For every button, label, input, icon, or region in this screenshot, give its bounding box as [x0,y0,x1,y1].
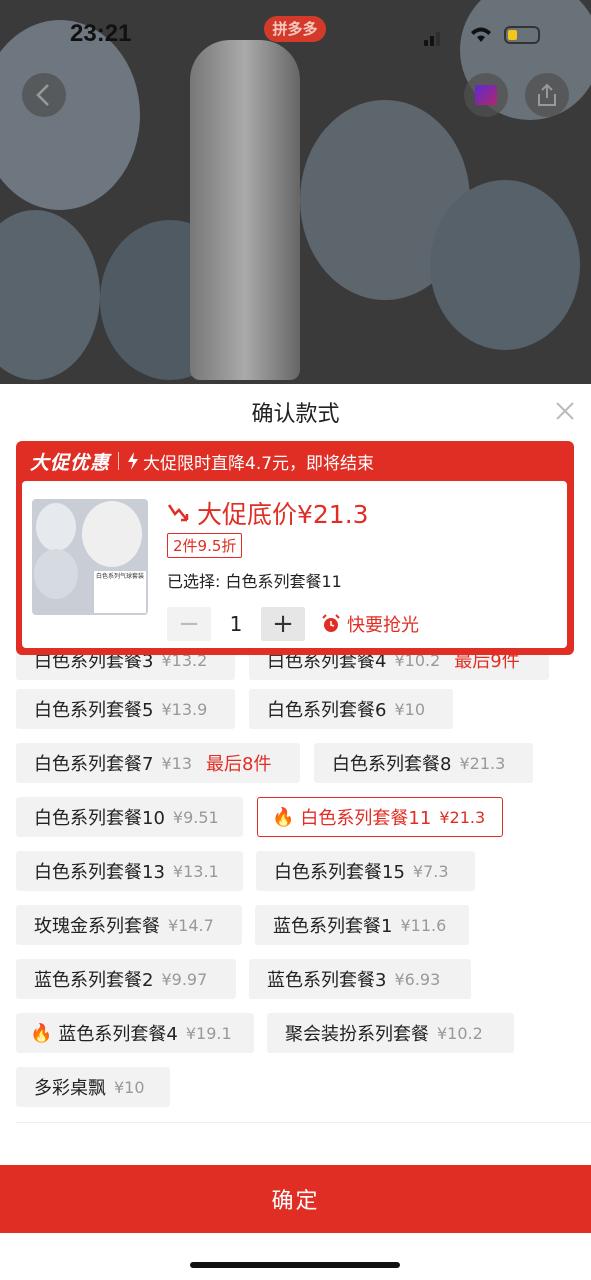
battery-icon [504,26,540,44]
product-image-backdrop [0,0,591,384]
fire-icon: 🔥 [272,806,295,828]
trend-down-icon [167,504,189,522]
quantity-value: 1 [229,612,243,636]
option-chip[interactable]: 蓝色系列套餐3 ¥6.93 [249,959,471,999]
option-chip[interactable]: 🔥 蓝色系列套餐4 ¥19.1 [16,1013,254,1053]
status-icons [424,24,544,46]
share-button[interactable] [525,73,569,117]
fire-icon: 🔥 [30,1022,53,1044]
lightning-icon [128,452,139,470]
divider [16,1122,591,1123]
promo-banner: 大促优惠 大促限时直降4.7元，即将结束 白色系列气球套装 大促底价¥21.3 … [16,441,574,655]
app-badge: 拼多多 [264,16,326,42]
option-chip-selected[interactable]: 🔥 白色系列套餐11 ¥21.3 [257,797,503,837]
sku-sheet: 确认款式 白色系列套餐3 ¥13.2 白色系列套餐4 ¥10.2 最后9件 白色系列套… [0,384,591,1280]
option-chip[interactable]: 玫瑰金系列套餐 ¥14.7 [16,905,242,945]
close-icon[interactable] [552,398,578,424]
option-chip[interactable]: 白色系列套餐7 ¥13 最后8件 [16,743,300,783]
alarm-clock-icon [322,614,340,632]
option-chip[interactable]: 白色系列套餐15 ¥7.3 [256,851,475,891]
sheet-title: 确认款式 [251,402,340,427]
option-chip[interactable]: 聚会装扮系列套餐 ¥10.2 [267,1013,514,1053]
option-chip[interactable]: 白色系列套餐10 ¥9.51 [16,797,243,837]
status-time: 23:21 [70,20,132,47]
promo-label: 大促优惠 [30,451,111,474]
hurry-notice: 快要抢光 [321,611,419,637]
back-button[interactable] [22,73,66,117]
option-chip[interactable]: 白色系列套餐5 ¥13.9 [16,689,235,729]
option-chip[interactable]: 白色系列套餐8 ¥21.3 [314,743,533,783]
wifi-icon [471,27,491,42]
confirm-button[interactable]: 确定 [0,1165,591,1233]
promo-price: 大促底价¥21.3 [167,495,369,531]
product-thumbnail: 白色系列气球套装 [32,499,148,615]
decrease-button[interactable]: − [167,607,211,641]
option-chip[interactable]: 蓝色系列套餐1 ¥11.6 [255,905,469,945]
increase-button[interactable]: + [261,607,305,641]
promo-message: 大促限时直降4.7元，即将结束 [143,453,375,474]
share-icon [538,83,556,106]
chevron-left-icon [36,84,49,106]
option-chip[interactable]: 蓝色系列套餐2 ¥9.97 [16,959,236,999]
option-chip[interactable]: 多彩桌飘 ¥10 [16,1067,170,1107]
option-chip[interactable]: 白色系列套餐6 ¥10 [249,689,453,729]
selected-product-card: 白色系列气球套装 大促底价¥21.3 2件9.5折 已选择: 白色系列套餐11 … [22,481,567,648]
discount-tag: 2件9.5折 [167,533,243,558]
option-chip[interactable]: 白色系列套餐13 ¥13.1 [16,851,243,891]
gift-icon [475,85,497,105]
home-indicator [190,1262,400,1268]
quantity-stepper: − 1 + 快要抢光 [167,606,419,642]
selected-option-text: 已选择: 白色系列套餐11 [167,572,342,591]
cart-button[interactable] [464,73,508,117]
